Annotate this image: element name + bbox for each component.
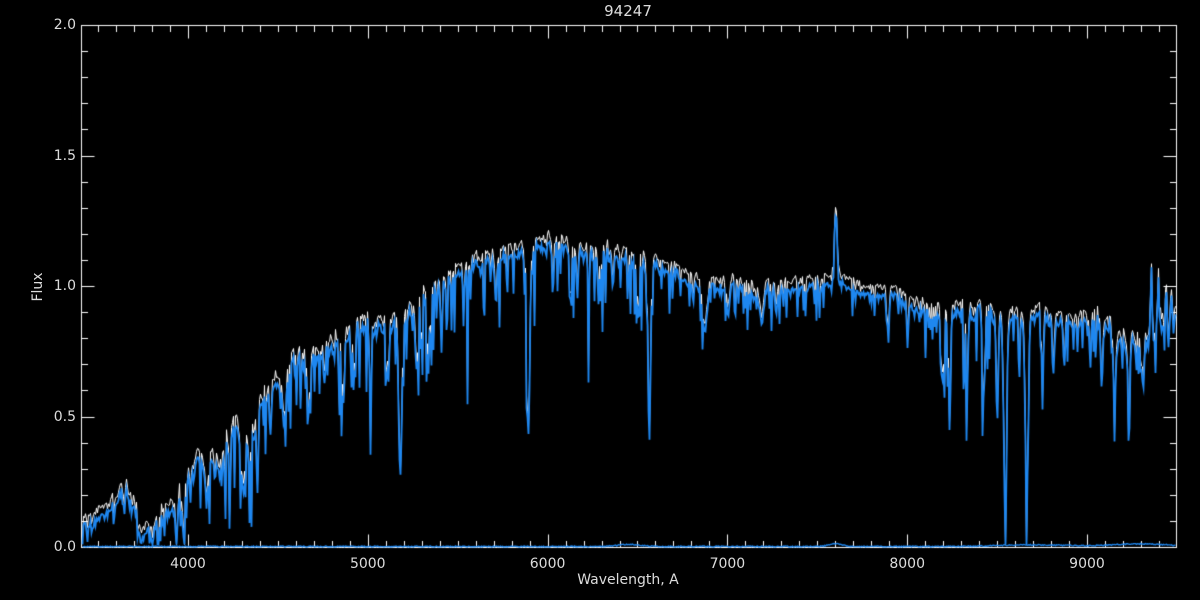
y-tick-label: 0.0	[16, 539, 76, 555]
x-tick-label: 8000	[889, 556, 925, 572]
y-tick-label: 1.5	[16, 148, 76, 164]
y-tick-label: 1.0	[16, 278, 76, 294]
spectrum-canvas	[0, 0, 1200, 600]
x-tick-label: 5000	[350, 556, 386, 572]
x-tick-label: 4000	[170, 556, 206, 572]
x-axis-label: Wavelength, A	[577, 572, 679, 588]
spectrum-plot: 94247 Wavelength, A Flux 400050006000700…	[0, 0, 1200, 600]
x-tick-label: 9000	[1069, 556, 1105, 572]
x-tick-label: 7000	[710, 556, 746, 572]
x-tick-label: 6000	[530, 556, 566, 572]
y-tick-label: 2.0	[16, 17, 76, 33]
y-tick-label: 0.5	[16, 409, 76, 425]
plot-title: 94247	[604, 2, 652, 20]
